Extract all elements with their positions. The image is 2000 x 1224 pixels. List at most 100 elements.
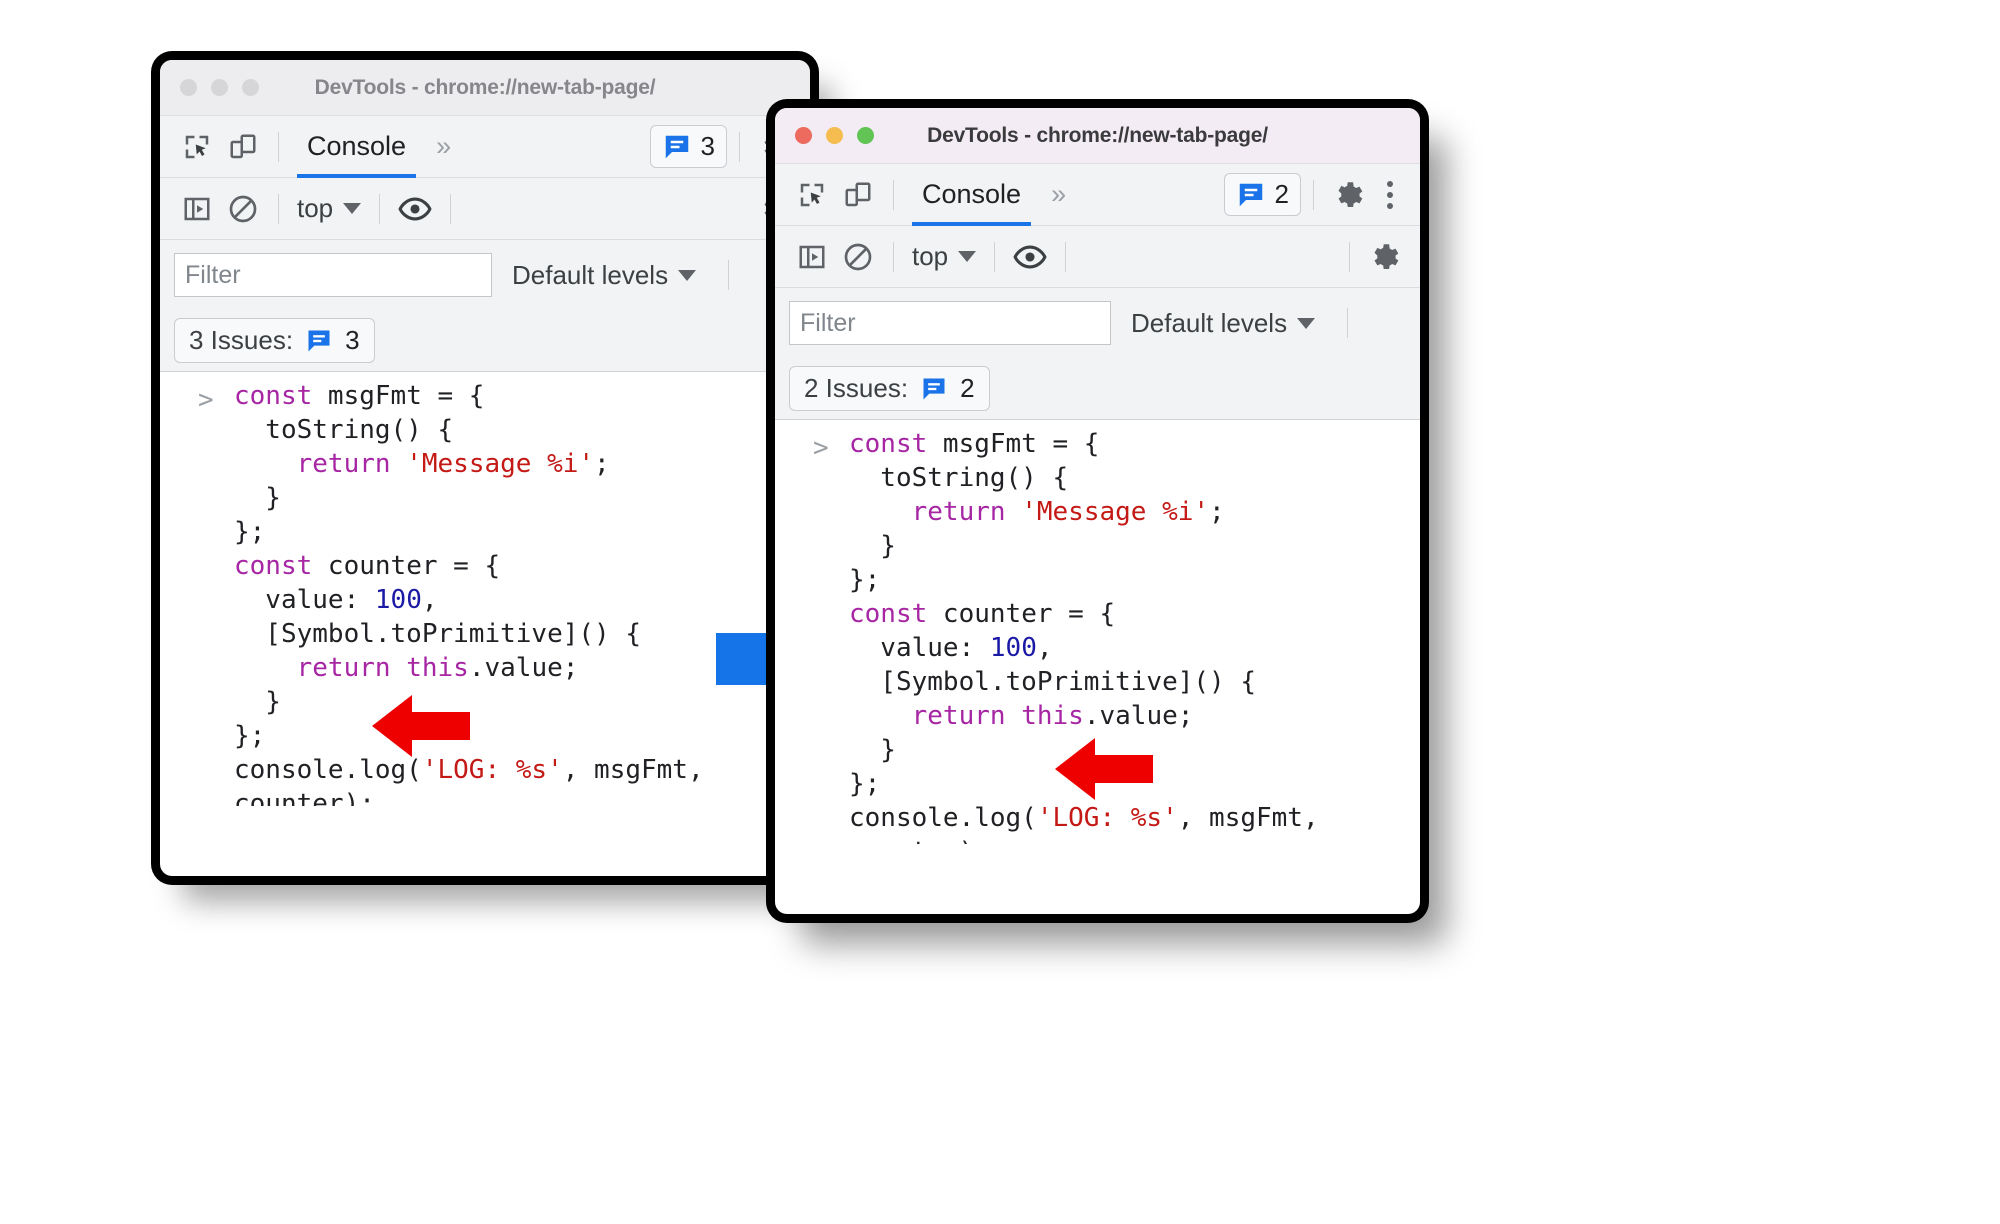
controls-divider-3 — [450, 193, 452, 224]
issues-count-button[interactable]: 3 Issues: 3 — [174, 318, 375, 363]
code-line: counter); — [234, 789, 375, 806]
console-sidebar-icon[interactable] — [174, 186, 220, 232]
prompt-caret-icon: > — [813, 433, 829, 463]
console-controls: top — [160, 178, 810, 240]
issues-badge-count: 2 — [1274, 179, 1289, 209]
clear-console-icon[interactable] — [220, 186, 266, 232]
live-expression-icon[interactable] — [392, 186, 438, 232]
issues-badge-toolbar[interactable]: 2 — [1223, 173, 1301, 216]
issues-message-icon-2 — [923, 378, 945, 399]
gear-icon[interactable] — [1326, 172, 1372, 218]
issues-message-icon-2 — [308, 330, 330, 351]
tab-console-label: Console — [307, 131, 407, 161]
log-levels-selector[interactable]: Default levels — [492, 260, 716, 291]
issues-badge-toolbar[interactable]: 3 — [649, 125, 727, 168]
code-line: }; — [849, 565, 881, 595]
execution-context-label: top — [297, 193, 334, 223]
code-line: }; — [234, 721, 266, 751]
code-line: return this.value; — [911, 701, 1194, 731]
window-traffic-lights[interactable] — [160, 79, 259, 96]
screenshot-stage: DevTools - chrome://new-tab-page/ Consol… — [0, 0, 2000, 1224]
device-toolbar-icon[interactable] — [835, 172, 881, 218]
execution-context-selector[interactable]: top — [906, 241, 982, 272]
inspect-element-icon[interactable] — [174, 124, 220, 170]
kebab-menu-icon[interactable] — [1372, 172, 1408, 218]
filter-input[interactable]: Filter — [174, 253, 492, 297]
devtools-window-before[interactable]: DevTools - chrome://new-tab-page/ Consol… — [160, 60, 810, 876]
issues-bar-front: 2 Issues: 2 — [775, 358, 1420, 420]
filter-divider-front — [1347, 308, 1349, 338]
code-line: value: 100, — [234, 585, 438, 615]
issues-count-button[interactable]: 2 Issues: 2 — [789, 366, 990, 411]
controls-divider-front-4 — [1349, 241, 1350, 272]
gear-icon-console[interactable] — [1362, 234, 1408, 280]
console-output-area[interactable]: > const msgFmt = { toString() { return '… — [160, 372, 810, 806]
console-controls-front: top — [775, 226, 1420, 288]
chevron-down-icon — [958, 251, 977, 262]
code-line: toString() { — [234, 415, 454, 445]
log-levels-label: Default levels — [512, 259, 669, 290]
tab-console[interactable]: Console — [291, 116, 422, 178]
window-zoom-button[interactable] — [242, 79, 259, 96]
window-titlebar: DevTools - chrome://new-tab-page/ — [160, 60, 810, 116]
tab-console[interactable]: Console — [906, 164, 1037, 226]
issues-bar: 3 Issues: 3 — [160, 310, 810, 372]
window-close-button[interactable] — [795, 127, 812, 144]
controls-divider-front — [893, 241, 894, 272]
clear-console-icon[interactable] — [835, 234, 881, 280]
toolbar-divider-front — [893, 179, 894, 210]
window-minimize-button[interactable] — [826, 127, 843, 144]
issues-message-icon — [665, 135, 688, 158]
code-line: } — [849, 531, 896, 561]
toolbar-divider-front-2 — [1313, 179, 1314, 210]
log-levels-selector[interactable]: Default levels — [1111, 308, 1335, 339]
code-line: }; — [234, 517, 266, 547]
red-left-arrow-front — [1055, 738, 1153, 800]
window-zoom-button[interactable] — [857, 127, 874, 144]
code-line: const counter = { — [849, 599, 1116, 629]
console-filter-bar-front: Filter Default levels — [775, 288, 1420, 358]
execution-context-label: top — [912, 241, 949, 271]
code-line: [Symbol.toPrimitive]() { — [234, 619, 641, 649]
window-titlebar-front: DevTools - chrome://new-tab-page/ — [775, 108, 1420, 164]
window-close-button[interactable] — [180, 79, 197, 96]
prompt-caret-icon: > — [198, 385, 214, 415]
issues-badge-count: 3 — [700, 131, 715, 161]
code-line: toString() { — [849, 463, 1069, 493]
controls-divider-front-3 — [1065, 241, 1067, 272]
execution-context-selector[interactable]: top — [291, 193, 367, 224]
more-tabs-icon[interactable]: » — [1037, 179, 1080, 210]
issues-count-value: 3 — [345, 325, 360, 355]
code-lines: const msgFmt = { toString() { return 'Me… — [160, 382, 810, 806]
controls-divider-2 — [379, 193, 381, 224]
code-line: const msgFmt = { — [849, 429, 1100, 459]
console-sidebar-icon[interactable] — [789, 234, 835, 280]
issues-count-label: 2 Issues: — [804, 373, 909, 403]
issues-count-value: 2 — [960, 373, 975, 403]
toolbar-divider — [278, 131, 279, 162]
code-line: return this.value; — [296, 653, 579, 683]
filter-input[interactable]: Filter — [789, 301, 1111, 345]
devtools-tabbar-front: Console » 2 — [775, 164, 1420, 226]
filter-divider — [728, 260, 730, 290]
code-line: console.log('LOG: %s', msgFmt, — [234, 755, 704, 785]
live-expression-icon[interactable] — [1007, 234, 1053, 280]
controls-divider — [278, 193, 279, 224]
more-tabs-icon[interactable]: » — [422, 131, 465, 162]
window-traffic-lights-front[interactable] — [775, 127, 874, 144]
issues-count-label: 3 Issues: — [189, 325, 294, 355]
code-line: counter); — [775, 838, 1420, 844]
toolbar-divider-2 — [739, 131, 740, 162]
code-line: } — [234, 483, 281, 513]
red-left-arrow-back — [372, 695, 470, 757]
devtools-tabbar: Console » 3 — [160, 116, 810, 178]
tab-console-label: Console — [922, 179, 1022, 209]
window-minimize-button[interactable] — [211, 79, 228, 96]
device-toolbar-icon[interactable] — [220, 124, 266, 170]
code-line: [Symbol.toPrimitive]() { — [849, 667, 1256, 697]
code-line: return 'Message %i'; — [296, 449, 610, 479]
chevron-down-icon-levels — [678, 269, 697, 281]
code-line: value: 100, — [849, 633, 1053, 663]
inspect-element-icon[interactable] — [789, 172, 835, 218]
code-line: console.log('LOG: %s', msgFmt, — [849, 803, 1319, 833]
